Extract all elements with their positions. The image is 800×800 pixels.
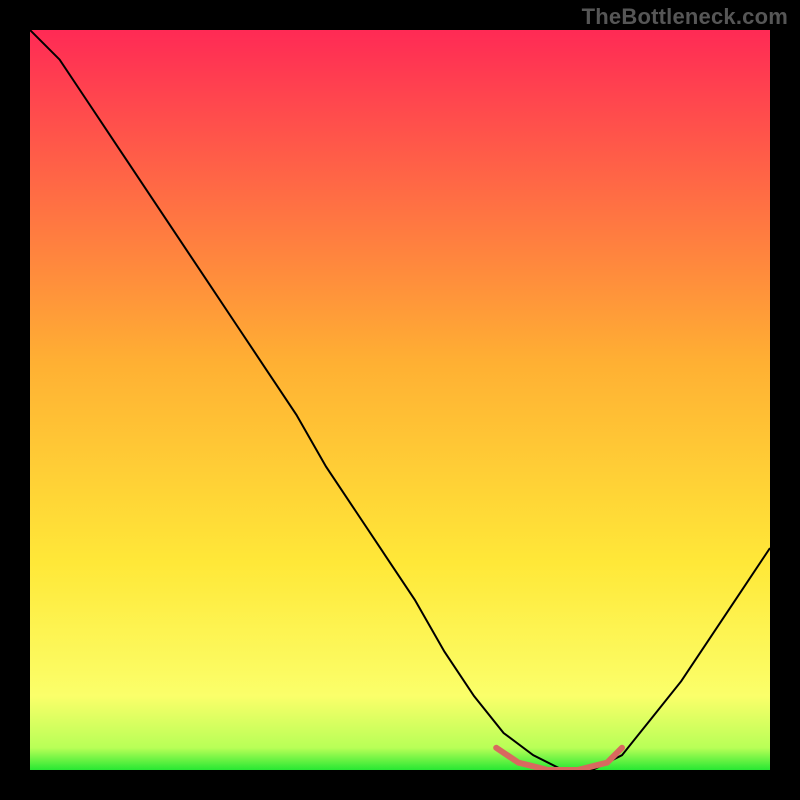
chart-svg bbox=[30, 30, 770, 770]
watermark-text: TheBottleneck.com bbox=[582, 4, 788, 30]
chart-frame: TheBottleneck.com bbox=[0, 0, 800, 800]
gradient-background bbox=[30, 30, 770, 770]
plot-area bbox=[30, 30, 770, 770]
